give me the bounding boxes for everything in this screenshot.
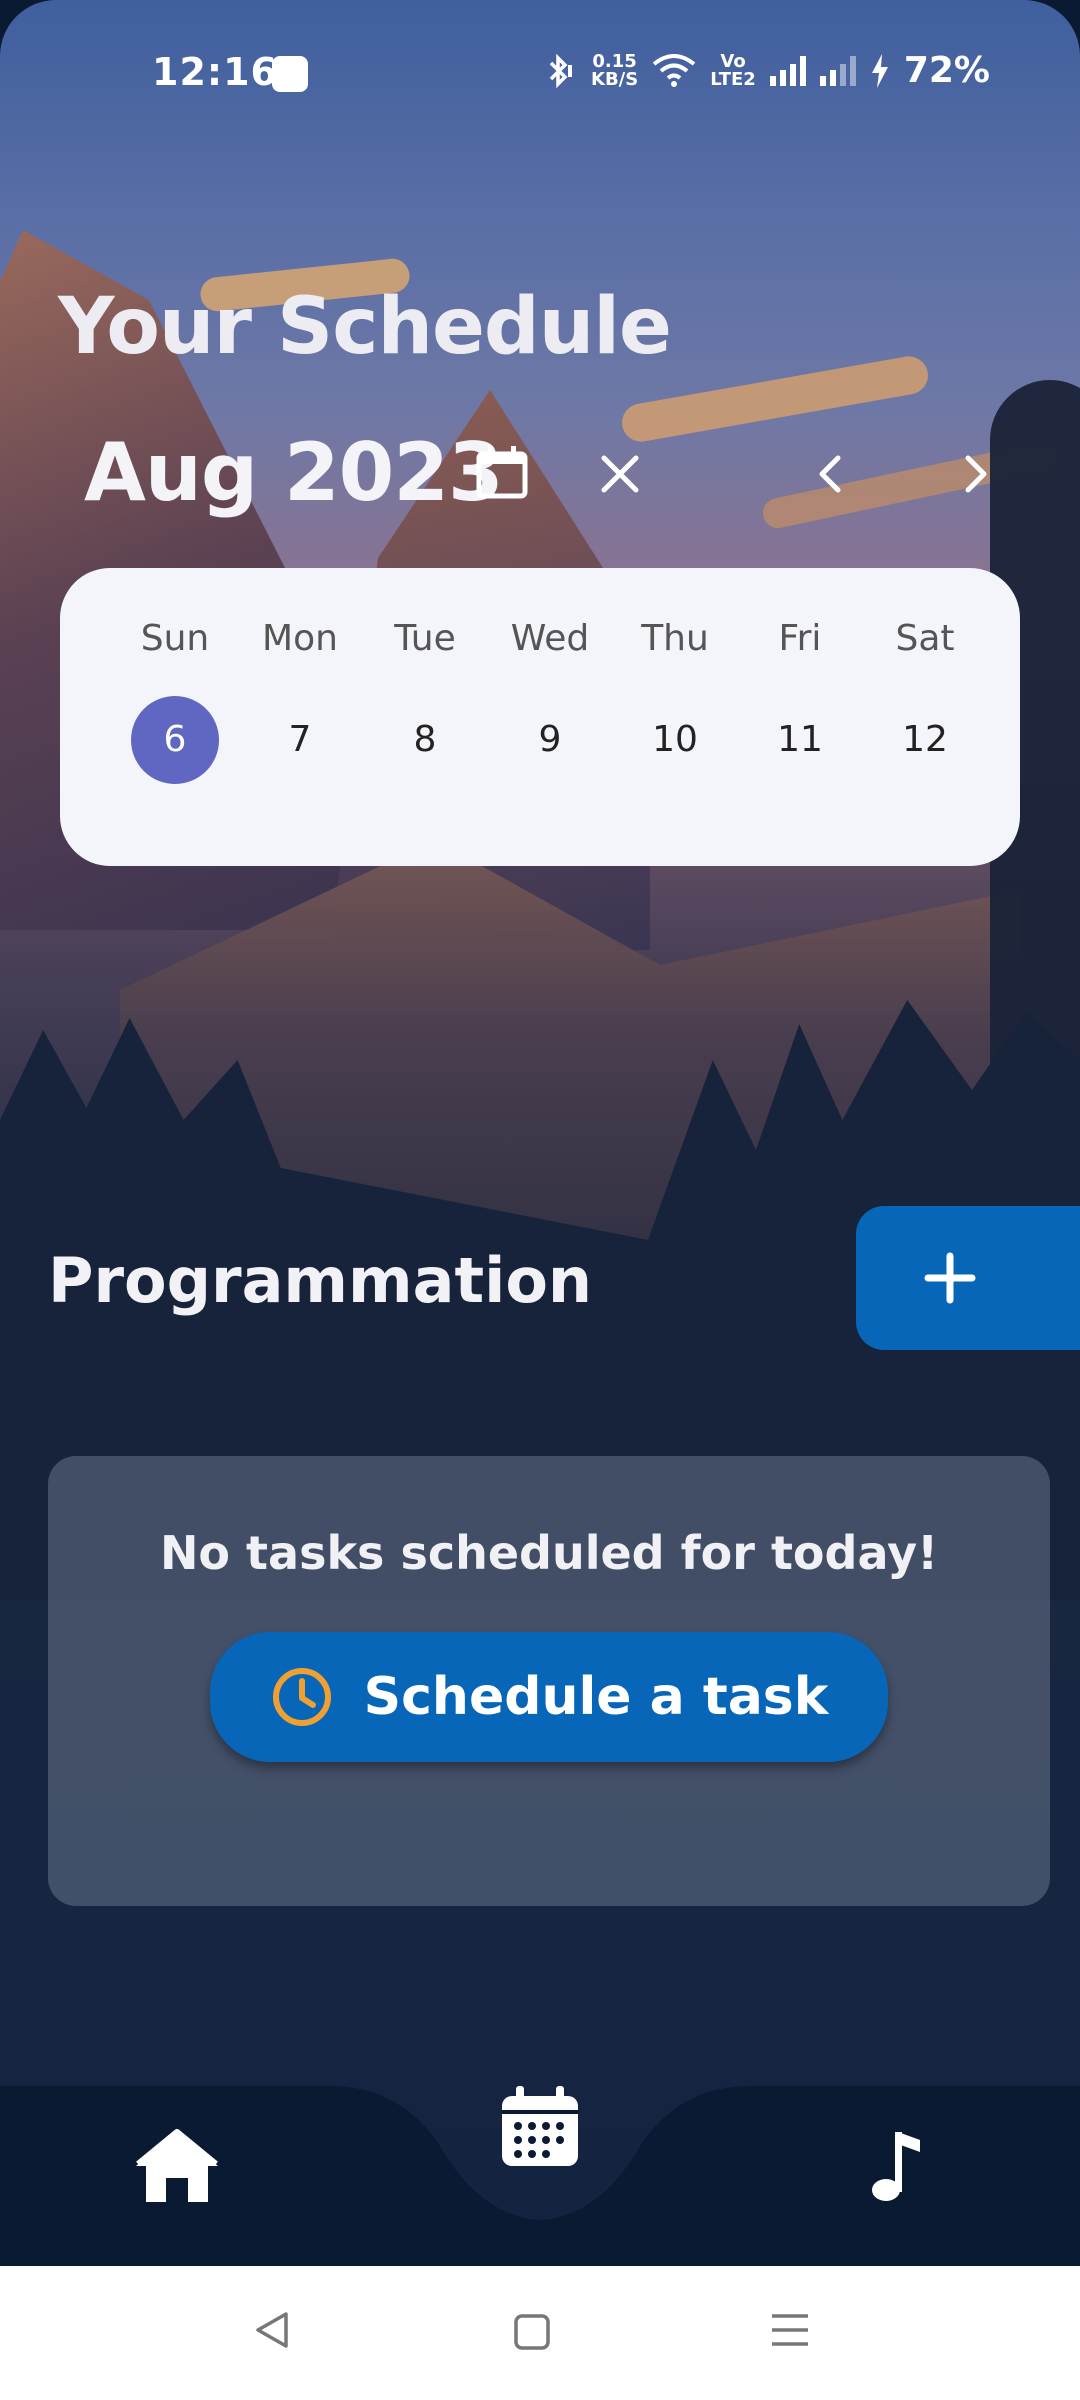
date-cell[interactable]: 10 — [620, 696, 730, 784]
calendar-icon[interactable] — [498, 2086, 582, 2170]
week-strip: Sun Mon Tue Wed Thu Fri Sat 6 7 8 9 10 1… — [60, 568, 1020, 866]
date-cell[interactable]: 8 — [370, 696, 480, 784]
plus-icon — [924, 1252, 976, 1304]
clock-icon — [272, 1668, 331, 1726]
home-icon[interactable] — [132, 2126, 222, 2206]
date-row: 6 7 8 9 10 11 12 — [120, 696, 980, 784]
month-navigator: Aug 2023 — [84, 426, 1044, 519]
signal-strength-2-icon — [819, 55, 856, 86]
volte-indicator: Vo LTE2 — [710, 50, 756, 90]
weekday-label: Sat — [895, 618, 955, 659]
music-note-icon[interactable] — [868, 2126, 928, 2206]
month-label: Aug 2023 — [84, 426, 504, 519]
programmation-heading: Programmation — [48, 1244, 593, 1317]
status-bar: 12:16 0.15 KB/S Vo LTE2 72% — [0, 0, 1080, 150]
network-speed-value: 0.15 — [592, 50, 637, 72]
volte-bottom: LTE2 — [710, 68, 756, 90]
schedule-task-label: Schedule a task — [363, 1667, 829, 1727]
status-icons: 0.15 KB/S Vo LTE2 72% — [543, 50, 990, 91]
page-title: Your Schedule — [58, 282, 672, 372]
schedule-task-button[interactable]: Schedule a task — [210, 1632, 888, 1762]
notification-icon — [272, 56, 308, 92]
selected-date-circle: 6 — [131, 696, 219, 784]
add-task-button[interactable] — [856, 1206, 1080, 1350]
wifi-icon — [652, 53, 696, 87]
home-button-icon[interactable] — [512, 2312, 552, 2352]
volte-top: Vo — [720, 50, 746, 72]
battery-percent: 72% — [903, 50, 990, 91]
weekday-label: Thu — [641, 618, 709, 659]
chevron-left-icon[interactable] — [804, 446, 860, 502]
bottom-tab-bar — [0, 2086, 1080, 2266]
weekday-label: Sun — [140, 618, 210, 659]
weekday-label: Tue — [394, 618, 456, 659]
date-cell[interactable]: 7 — [245, 696, 355, 784]
weekday-label: Wed — [510, 618, 590, 659]
app-screen: 12:16 0.15 KB/S Vo LTE2 72% Your Schedul… — [0, 0, 1080, 2266]
date-cell[interactable]: 12 — [870, 696, 980, 784]
recent-apps-icon[interactable] — [770, 2310, 810, 2350]
back-icon[interactable] — [250, 2308, 294, 2352]
status-time: 12:16 — [152, 50, 278, 94]
network-speed-unit: KB/S — [591, 68, 639, 90]
weekday-label: Mon — [262, 618, 338, 659]
network-speed: 0.15 KB/S — [591, 50, 639, 90]
date-cell[interactable]: 11 — [745, 696, 855, 784]
date-cell-selected[interactable]: 6 — [120, 696, 230, 784]
signal-strength-icon — [769, 55, 806, 86]
bluetooth-icon — [549, 53, 573, 88]
calendar-picker-icon[interactable] — [474, 442, 530, 502]
close-icon[interactable] — [592, 446, 648, 502]
weekday-label: Fri — [778, 618, 822, 659]
system-nav-bar — [0, 2266, 1080, 2400]
date-cell[interactable]: 9 — [495, 696, 605, 784]
weekday-labels: Sun Mon Tue Wed Thu Fri Sat — [120, 618, 980, 659]
charging-icon — [871, 53, 888, 88]
tasks-card: No tasks scheduled for today! Schedule a… — [48, 1456, 1050, 1906]
empty-state-message: No tasks scheduled for today! — [159, 1526, 939, 1580]
chevron-right-icon[interactable] — [946, 446, 1002, 502]
